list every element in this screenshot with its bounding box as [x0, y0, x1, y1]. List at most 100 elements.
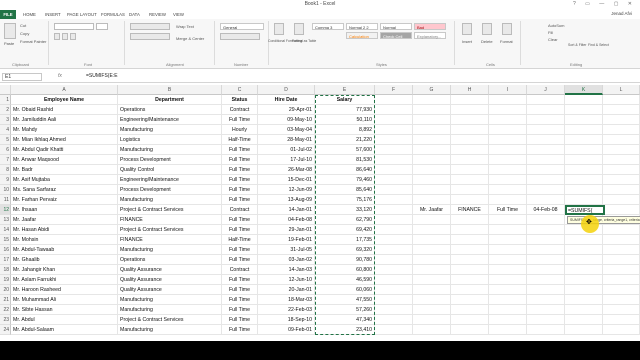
table-cell[interactable] — [603, 135, 640, 145]
table-cell[interactable] — [413, 235, 451, 245]
delete-cells-button[interactable]: Delete — [481, 39, 493, 44]
table-cell[interactable]: Mr. Abdul-Salaam — [11, 325, 118, 335]
table-cell[interactable] — [565, 165, 603, 175]
table-cell[interactable]: Half-Time — [222, 135, 258, 145]
criteria-dept[interactable]: FINANCE — [451, 205, 489, 215]
table-cell[interactable]: 17,735 — [315, 235, 375, 245]
table-cell[interactable] — [527, 145, 565, 155]
row-header-15[interactable]: 15 — [0, 235, 11, 245]
criteria-name[interactable]: Mr. Jaafar — [413, 205, 451, 215]
table-cell[interactable] — [375, 155, 413, 165]
table-cell[interactable] — [603, 95, 640, 105]
table-cell[interactable] — [527, 225, 565, 235]
table-cell[interactable] — [413, 95, 451, 105]
table-cell[interactable] — [489, 105, 527, 115]
insert-cells-icon[interactable] — [462, 23, 472, 35]
table-cell[interactable]: 81,530 — [315, 155, 375, 165]
table-cell[interactable] — [527, 305, 565, 315]
table-cell[interactable] — [413, 195, 451, 205]
table-cell[interactable]: 46,590 — [315, 275, 375, 285]
table-cell[interactable]: Mr. Jaafar — [11, 215, 118, 225]
table-cell[interactable]: 09-May-10 — [258, 115, 315, 125]
table-cell[interactable]: 01-Jul-02 — [258, 145, 315, 155]
table-cell[interactable]: Mr. Badr — [11, 165, 118, 175]
format-as-table-icon[interactable] — [294, 23, 304, 35]
table-cell[interactable] — [375, 255, 413, 265]
table-cell[interactable]: Full Time — [222, 165, 258, 175]
table-cell[interactable]: Full Time — [222, 175, 258, 185]
table-cell[interactable]: Full Time — [222, 315, 258, 325]
table-cell[interactable]: 29-Apr-01 — [258, 105, 315, 115]
table-cell[interactable] — [565, 305, 603, 315]
table-cell[interactable] — [527, 315, 565, 325]
row-header-20[interactable]: 20 — [0, 285, 11, 295]
column-header-b[interactable]: B — [118, 85, 222, 95]
table-cell[interactable]: 86,640 — [315, 165, 375, 175]
format-as-table-button[interactable]: Format as Table — [292, 39, 316, 43]
table-cell[interactable]: 18-Sep-10 — [258, 315, 315, 325]
clear-button[interactable]: Clear — [548, 37, 558, 42]
align-top-icons[interactable] — [130, 23, 170, 30]
table-cell[interactable] — [375, 295, 413, 305]
style-normal-2-2[interactable]: Normal 2 2 — [346, 23, 378, 30]
table-cell[interactable]: Manufacturing — [118, 145, 222, 155]
column-header-i[interactable]: I — [489, 85, 527, 95]
table-cell[interactable] — [489, 285, 527, 295]
table-cell[interactable] — [375, 105, 413, 115]
table-cell[interactable]: Mr. Mian Ikhlaq Ahmed — [11, 135, 118, 145]
table-cell[interactable] — [527, 155, 565, 165]
table-cell[interactable] — [413, 295, 451, 305]
table-cell[interactable]: 47,340 — [315, 315, 375, 325]
column-header-a[interactable]: A — [11, 85, 118, 95]
table-cell[interactable] — [413, 325, 451, 335]
table-cell[interactable] — [413, 135, 451, 145]
row-header-12[interactable]: 12 — [0, 205, 11, 215]
table-cell[interactable] — [565, 315, 603, 325]
table-cell[interactable]: Mr. Abdul-Tawaab — [11, 245, 118, 255]
active-cell-editor[interactable]: =SUMIFS( — [565, 205, 605, 215]
table-cell[interactable] — [565, 95, 603, 105]
table-cell[interactable]: FINANCE — [118, 215, 222, 225]
table-cell[interactable] — [375, 195, 413, 205]
table-cell[interactable]: Full Time — [222, 325, 258, 335]
table-cell[interactable] — [451, 285, 489, 295]
table-cell[interactable]: Mr. Haroon Rasheed — [11, 285, 118, 295]
table-cell[interactable]: Mr. Jamiluddin Aali — [11, 115, 118, 125]
fill-button[interactable]: Fill — [548, 30, 553, 35]
table-cell[interactable]: 12-Jun-09 — [258, 185, 315, 195]
table-cell[interactable] — [451, 145, 489, 155]
table-cell[interactable] — [603, 195, 640, 205]
row-header-10[interactable]: 10 — [0, 185, 11, 195]
bold-icon[interactable] — [54, 33, 60, 40]
table-cell[interactable] — [603, 165, 640, 175]
table-cell[interactable]: Full Time — [222, 145, 258, 155]
column-header-h[interactable]: H — [451, 85, 489, 95]
row-header-6[interactable]: 6 — [0, 145, 11, 155]
table-cell[interactable] — [489, 275, 527, 285]
table-cell[interactable] — [565, 275, 603, 285]
table-cell[interactable] — [375, 115, 413, 125]
table-cell[interactable] — [413, 125, 451, 135]
row-header-3[interactable]: 3 — [0, 115, 11, 125]
table-cell[interactable] — [489, 245, 527, 255]
table-cell[interactable] — [375, 275, 413, 285]
table-cell[interactable] — [565, 125, 603, 135]
table-cell[interactable] — [451, 295, 489, 305]
table-cell[interactable] — [451, 175, 489, 185]
table-cell[interactable] — [565, 245, 603, 255]
table-cell[interactable]: Contract — [222, 105, 258, 115]
row-header-13[interactable]: 13 — [0, 215, 11, 225]
table-cell[interactable] — [413, 265, 451, 275]
table-cell[interactable]: Full Time — [222, 215, 258, 225]
table-cell[interactable]: Mr. Ghaalib — [11, 255, 118, 265]
table-cell[interactable]: Quality Assurance — [118, 285, 222, 295]
table-cell[interactable]: Manufacturing — [118, 325, 222, 335]
column-header-j[interactable]: J — [527, 85, 565, 95]
table-cell[interactable] — [565, 145, 603, 155]
table-cell[interactable]: Quality Assurance — [118, 265, 222, 275]
table-cell[interactable]: Quality Assurance — [118, 275, 222, 285]
table-cell[interactable]: 29-Jan-01 — [258, 225, 315, 235]
table-cell[interactable]: 26-Mar-08 — [258, 165, 315, 175]
table-cell[interactable]: 79,460 — [315, 175, 375, 185]
table-cell[interactable] — [489, 125, 527, 135]
